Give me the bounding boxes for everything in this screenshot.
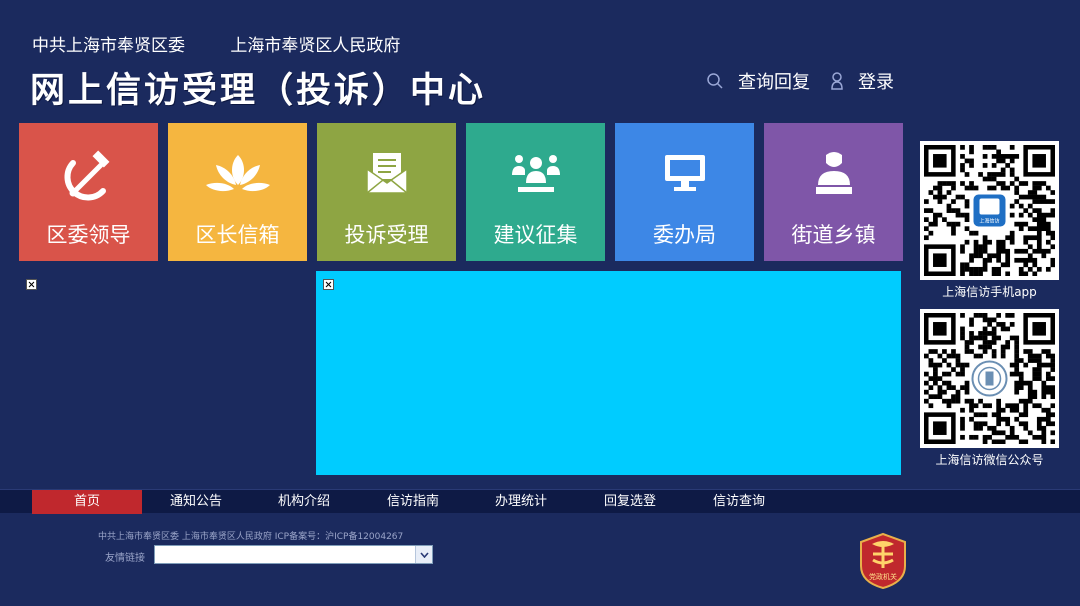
magnolia-flower-icon bbox=[205, 155, 270, 192]
tile-suggestion-collection[interactable]: 建议征集 bbox=[466, 123, 605, 261]
org-line: 中共上海市奉贤区委 上海市奉贤区人民政府 bbox=[32, 31, 440, 56]
hammer-sickle-icon bbox=[64, 150, 109, 201]
tile-committees-bureaus[interactable]: 委办局 bbox=[615, 123, 754, 261]
person-desk-icon bbox=[815, 152, 852, 194]
monitor-icon bbox=[664, 155, 705, 191]
friend-links-select[interactable] bbox=[154, 545, 433, 564]
qr-code-image: 上海信访 bbox=[924, 145, 1055, 276]
qr-code-wechat bbox=[920, 309, 1059, 448]
top-actions: 查询回复 登录 bbox=[706, 68, 894, 94]
nav-selected-replies[interactable]: 回复选登 bbox=[575, 490, 685, 514]
login-link[interactable]: 登录 bbox=[830, 68, 894, 94]
main-banner[interactable] bbox=[316, 271, 901, 475]
nav-query[interactable]: 信访查询 bbox=[684, 490, 794, 514]
qr-caption-app: 上海信访手机app bbox=[942, 285, 1037, 299]
tile-district-mayor-mailbox[interactable]: 区长信箱 bbox=[168, 123, 307, 261]
tile-label: 委办局 bbox=[653, 223, 716, 247]
query-reply-link[interactable]: 查询回复 bbox=[706, 68, 810, 94]
friend-links-label: 友情链接 bbox=[105, 553, 145, 564]
login-label: 登录 bbox=[858, 72, 894, 93]
tile-streets-towns[interactable]: 街道乡镇 bbox=[764, 123, 903, 261]
tile-label: 建议征集 bbox=[493, 223, 578, 247]
tile-label: 区长信箱 bbox=[195, 223, 280, 247]
category-tiles: 区委领导 区长信箱 投诉受理 建议征集 委办局 街道乡镇 bbox=[19, 123, 903, 261]
chevron-down-icon bbox=[419, 551, 429, 558]
nav-notices[interactable]: 通知公告 bbox=[141, 490, 251, 514]
qr-code-image bbox=[924, 313, 1055, 444]
qr-caption-wechat: 上海信访微信公众号 bbox=[935, 453, 1044, 467]
search-icon bbox=[707, 73, 723, 89]
tile-complaint-acceptance[interactable]: 投诉受理 bbox=[317, 123, 456, 261]
qr-code-app: 上海信访 bbox=[920, 141, 1059, 280]
nav-organization[interactable]: 机构介绍 bbox=[249, 490, 359, 514]
org-government: 上海市奉贤区人民政府 bbox=[230, 36, 401, 56]
site-title: 网上信访受理（投诉）中心 bbox=[30, 71, 487, 111]
tile-district-leaders[interactable]: 区委领导 bbox=[19, 123, 158, 261]
query-reply-label: 查询回复 bbox=[738, 72, 810, 93]
app-logo-text: 上海信访 bbox=[979, 218, 999, 225]
tile-label: 街道乡镇 bbox=[791, 223, 876, 247]
user-icon bbox=[831, 72, 843, 90]
main-nav: 首页 通知公告 机构介绍 信访指南 办理统计 回复选登 信访查询 bbox=[0, 489, 1080, 514]
badge-text: 党政机关 bbox=[869, 573, 897, 581]
nav-home[interactable]: 首页 bbox=[32, 490, 142, 514]
broken-image-icon bbox=[26, 279, 37, 290]
footer-copyright: 中共上海市奉贤区委 上海市奉贤区人民政府 ICP备案号：沪ICP备1200426… bbox=[98, 532, 404, 542]
broken-image-icon bbox=[323, 279, 334, 290]
envelope-letter-icon bbox=[365, 153, 408, 194]
people-group-icon bbox=[511, 155, 560, 192]
tile-label: 区委领导 bbox=[46, 223, 131, 247]
nav-guide[interactable]: 信访指南 bbox=[358, 490, 468, 514]
nav-statistics[interactable]: 办理统计 bbox=[466, 490, 576, 514]
tile-label: 投诉受理 bbox=[344, 223, 429, 247]
org-party-committee: 中共上海市奉贤区委 bbox=[32, 36, 185, 56]
